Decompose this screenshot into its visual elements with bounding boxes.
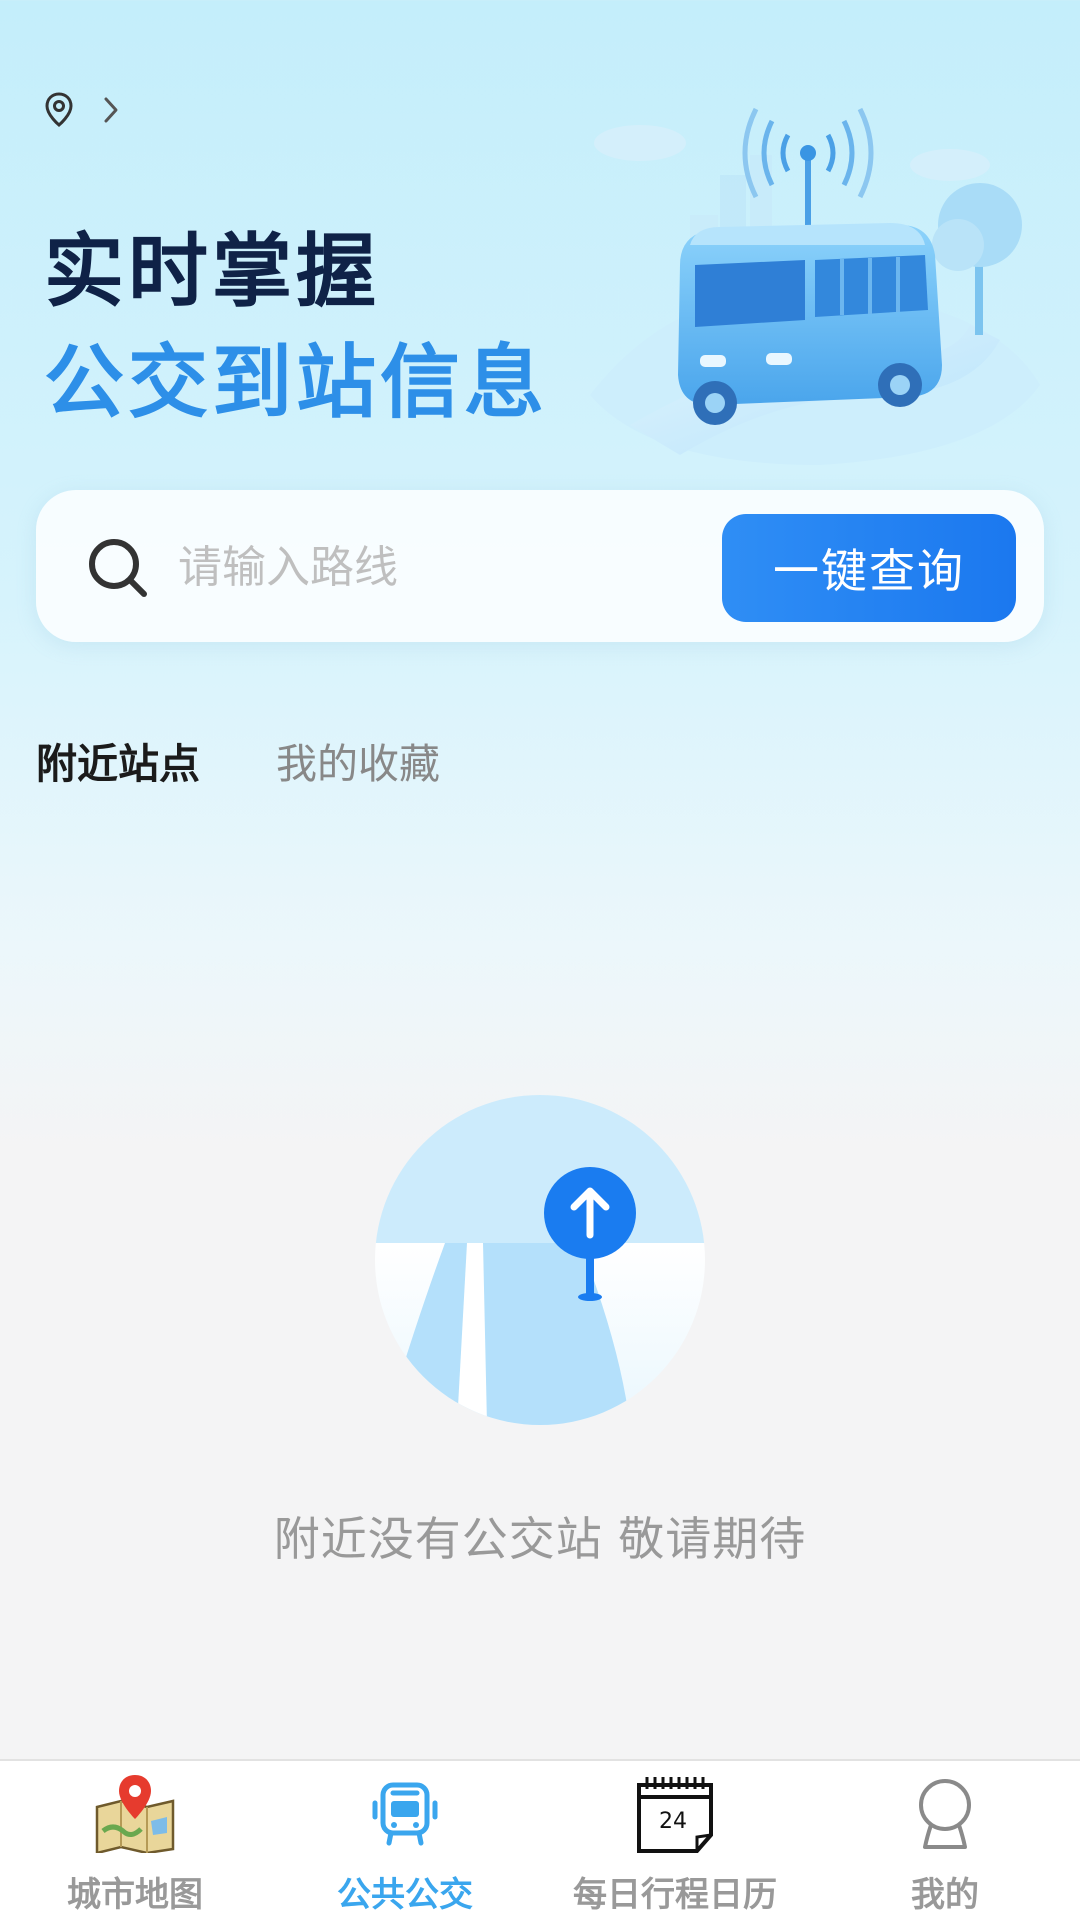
nav-item-daily-calendar[interactable]: 24 每日行程日历 <box>540 1761 810 1922</box>
tab-my-favorites[interactable]: 我的收藏 <box>276 730 440 790</box>
calendar-icon: 24 <box>635 1773 715 1853</box>
road-sign-illustration <box>375 1095 705 1425</box>
nav-label-mine: 我的 <box>911 1875 979 1915</box>
bus-signal-illustration <box>570 95 1060 485</box>
nav-label-public-bus: 公共公交 <box>337 1875 473 1915</box>
search-bar: 一键查询 <box>36 490 1044 642</box>
search-input[interactable] <box>176 530 720 604</box>
chevron-right-icon <box>102 95 120 129</box>
nav-item-public-bus[interactable]: 公共公交 <box>270 1761 540 1922</box>
bottom-navigation: 城市地图 公共公交 24 每日行程日历 我的 <box>0 1759 1080 1922</box>
location-selector[interactable] <box>44 92 120 132</box>
empty-state-message: 附近没有公交站 敬请期待 <box>273 1512 807 1566</box>
location-pin-icon <box>44 92 74 132</box>
query-button[interactable]: 一键查询 <box>722 514 1016 622</box>
bus-icon <box>365 1773 445 1853</box>
nav-item-mine[interactable]: 我的 <box>810 1761 1080 1922</box>
map-pin-icon <box>95 1773 175 1855</box>
hero-title-line1: 实时掌握 <box>44 225 380 318</box>
nav-label-city-map: 城市地图 <box>67 1875 203 1915</box>
nav-label-daily-calendar: 每日行程日历 <box>573 1875 777 1915</box>
nav-item-city-map[interactable]: 城市地图 <box>0 1761 270 1922</box>
tab-nearby-stations[interactable]: 附近站点 <box>36 730 200 790</box>
hero-title-line2: 公交到站信息 <box>44 336 548 429</box>
calendar-date-text: 24 <box>659 1809 687 1834</box>
search-icon <box>86 536 150 604</box>
profile-icon <box>905 1773 985 1853</box>
